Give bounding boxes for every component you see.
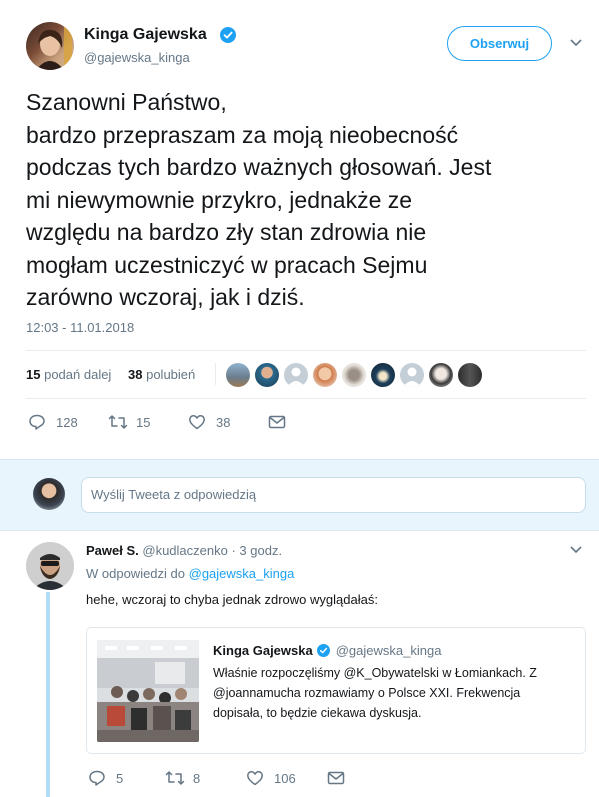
verified-badge-icon bbox=[220, 27, 236, 43]
reply-input-placeholder: Wyślij Tweeta z odpowiedzią bbox=[91, 487, 257, 502]
tweet-text-line: zarówno wczoraj, jak i dziś. bbox=[26, 284, 305, 310]
tweet-text-line: względu na bardzo zły stan zdrowia nie bbox=[26, 219, 427, 245]
tweet-text-line: bardzo przepraszam za moją nieobecność bbox=[26, 121, 459, 148]
tweet-text-line: Szanowni Państwo, bbox=[26, 89, 227, 115]
likes-count: 38 bbox=[128, 367, 143, 382]
likes-stat[interactable]: 38 polubień bbox=[128, 367, 195, 382]
liker-avatar[interactable] bbox=[313, 363, 337, 387]
reply-time[interactable]: · 3 godz. bbox=[231, 543, 282, 558]
stats-divider bbox=[215, 363, 216, 385]
thread-line bbox=[46, 592, 50, 797]
quoted-tweet-image[interactable] bbox=[97, 640, 199, 742]
reply-author-avatar[interactable] bbox=[26, 542, 74, 590]
reply-author-handle[interactable]: @kudlaczenko bbox=[142, 543, 227, 558]
retweets-stat[interactable]: 15 podań dalej bbox=[26, 367, 111, 382]
retweet-icon bbox=[165, 769, 185, 787]
reply-icon bbox=[88, 769, 106, 787]
reply-header: Paweł S. @kudlaczenko · 3 godz. bbox=[86, 543, 282, 558]
quoted-author-name[interactable]: Kinga Gajewska bbox=[213, 643, 313, 658]
reply-like-action[interactable]: 106 bbox=[246, 769, 296, 787]
author-handle[interactable]: @gajewska_kinga bbox=[84, 50, 190, 65]
verified-badge-icon bbox=[316, 644, 330, 657]
quoted-tweet-header: Kinga Gajewska @gajewska_kinga bbox=[213, 643, 441, 658]
reply-reply-count: 5 bbox=[116, 770, 124, 786]
quoted-text-line: dopisała, to będzie ciekawa dyskusja. bbox=[213, 706, 422, 720]
reply-input[interactable]: Wyślij Tweeta z odpowiedzią bbox=[81, 477, 586, 513]
retweets-label: podań dalej bbox=[44, 367, 112, 382]
heart-icon bbox=[188, 413, 206, 431]
in-reply-prefix: W odpowiedzi do bbox=[86, 566, 185, 581]
reply-like-count: 106 bbox=[274, 770, 296, 786]
like-action[interactable]: 38 bbox=[188, 413, 230, 431]
chevron-down-icon[interactable] bbox=[569, 38, 583, 48]
liker-avatar[interactable] bbox=[458, 363, 482, 387]
author-name[interactable]: Kinga Gajewska bbox=[84, 26, 207, 44]
quoted-tweet-text: Właśnie rozpoczęliśmy @K_Obywatelski w Ł… bbox=[213, 663, 537, 723]
reply-icon bbox=[28, 413, 46, 431]
current-user-avatar[interactable] bbox=[33, 478, 65, 510]
heart-icon bbox=[246, 769, 264, 787]
direct-message-icon[interactable] bbox=[327, 770, 345, 786]
retweet-icon bbox=[108, 413, 128, 431]
liker-avatar[interactable] bbox=[342, 363, 366, 387]
liker-avatar[interactable] bbox=[284, 363, 308, 387]
in-reply-handle-link[interactable]: @gajewska_kinga bbox=[189, 566, 295, 581]
reply-author-name[interactable]: Paweł S. bbox=[86, 543, 139, 558]
reply-action[interactable]: 128 bbox=[28, 413, 78, 431]
direct-message-icon[interactable] bbox=[268, 414, 286, 430]
retweet-action[interactable]: 15 bbox=[108, 413, 150, 431]
in-reply-to: W odpowiedzi do @gajewska_kinga bbox=[86, 566, 294, 581]
liker-avatar[interactable] bbox=[226, 363, 250, 387]
reply-retweet-count: 8 bbox=[193, 770, 201, 786]
reply-count: 128 bbox=[56, 414, 78, 430]
liker-avatar[interactable] bbox=[255, 363, 279, 387]
tweet-text-line: mogłam uczestniczyć w pracach Sejmu bbox=[26, 251, 428, 278]
likes-label: polubień bbox=[146, 367, 196, 382]
quoted-text-line: @joannamucha rozmawiamy o Polsce XXI. Fr… bbox=[213, 686, 521, 700]
quoted-text-line: Właśnie rozpoczęliśmy @K_Obywatelski w Ł… bbox=[213, 666, 537, 680]
reply-reply-action[interactable]: 5 bbox=[88, 769, 123, 787]
retweet-count: 15 bbox=[136, 414, 151, 430]
divider bbox=[26, 350, 586, 351]
liker-avatar[interactable] bbox=[400, 363, 424, 387]
retweets-count: 15 bbox=[26, 367, 41, 382]
liker-avatar[interactable] bbox=[429, 363, 453, 387]
follow-button[interactable]: Obserwuj bbox=[447, 26, 552, 61]
tweet-timestamp[interactable]: 12:03 - 11.01.2018 bbox=[26, 320, 134, 335]
reply-retweet-action[interactable]: 8 bbox=[165, 769, 200, 787]
liker-avatar[interactable] bbox=[371, 363, 395, 387]
quoted-author-handle[interactable]: @gajewska_kinga bbox=[336, 643, 442, 658]
tweet-text-line: podczas tych bardzo ważnych głosowań. Je… bbox=[26, 154, 492, 180]
reply-text: hehe, wczoraj to chyba jednak zdrowo wyg… bbox=[86, 592, 378, 607]
divider bbox=[26, 398, 586, 399]
like-count: 38 bbox=[216, 414, 231, 430]
tweet-text-line: mi niewymownie przykro, jednakże ze bbox=[26, 186, 413, 213]
chevron-down-icon[interactable] bbox=[569, 545, 583, 555]
tweet-text: Szanowni Państwo, bardzo przepraszam za … bbox=[26, 86, 586, 314]
author-avatar[interactable] bbox=[26, 22, 74, 70]
